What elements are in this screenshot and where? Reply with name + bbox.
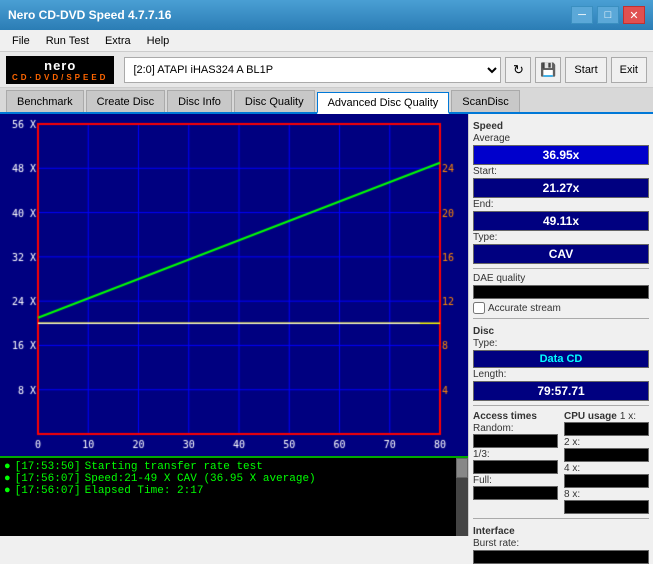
cpu-2x-value [564,448,649,462]
log-bullet-2: ● [4,473,11,485]
burst-rate-label: Burst rate: [473,538,649,549]
divider-4 [473,518,649,519]
burst-rate-value [473,550,649,564]
main-content: ● [17:53:50] Starting transfer rate test… [0,114,653,536]
disc-title: Disc [473,326,649,337]
drive-select[interactable]: [2:0] ATAPI iHAS324 A BL1P [124,57,501,83]
maximize-button[interactable]: □ [597,6,619,24]
cpu-4x-label: 4 x: [564,463,580,474]
speed-section: Speed Average 36.95x Start: 21.27x End: … [473,118,649,264]
menu-run-test[interactable]: Run Test [38,33,97,49]
log-line-2: ● [17:56:07] Speed:21-49 X CAV (36.95 X … [4,473,464,485]
log-line-1: ● [17:53:50] Starting transfer rate test [4,461,464,473]
cpu-2x-label: 2 x: [564,437,580,448]
title-bar: Nero CD-DVD Speed 4.7.7.16 ─ □ ✕ [0,0,653,30]
interface-title: Interface [473,526,649,537]
cpu-1x-value [564,422,649,436]
one-third-value [473,460,558,474]
log-time-3: [17:56:07] [15,485,81,497]
log-text-2: Speed:21-49 X CAV (36.95 X average) [85,473,316,485]
menu-help[interactable]: Help [139,33,178,49]
divider-1 [473,268,649,269]
start-button[interactable]: Start [565,57,606,83]
access-times-title: Access times [473,411,537,422]
cpu-1x-label: 1 x: [620,411,636,422]
tab-scan-disc[interactable]: ScanDisc [451,90,519,112]
menu-bar: File Run Test Extra Help [0,30,653,52]
close-button[interactable]: ✕ [623,6,645,24]
cpu-4x-value [564,474,649,488]
cpu-usage-title: CPU usage [564,411,617,422]
log-bullet-3: ● [4,485,11,497]
interface-section: Interface Burst rate: [473,523,649,564]
dae-value [473,285,649,299]
average-value: 36.95x [473,145,649,165]
refresh-icon[interactable]: ↻ [505,57,531,83]
disc-type-label: Type: [473,338,649,349]
cpu-8x-label: 8 x: [564,489,580,500]
log-scrollbar[interactable] [456,458,468,536]
window-controls: ─ □ ✕ [571,6,645,24]
tab-benchmark[interactable]: Benchmark [6,90,84,112]
menu-file[interactable]: File [4,33,38,49]
tab-advanced-disc-quality[interactable]: Advanced Disc Quality [317,92,450,114]
app-title: Nero CD-DVD Speed 4.7.7.16 [8,8,171,22]
full-value [473,486,558,500]
end-label: End: [473,199,649,210]
log-time-1: [17:53:50] [15,461,81,473]
nero-logo: nero CD·DVD/SPEED [6,56,114,84]
accurate-stream-row: Accurate stream [473,302,649,314]
type-value: CAV [473,244,649,264]
log-area: ● [17:53:50] Starting transfer rate test… [0,456,468,536]
disc-type-value: Data CD [473,350,649,368]
dae-section: DAE quality [473,273,649,299]
tab-create-disc[interactable]: Create Disc [86,90,165,112]
access-cpu-row: Access times Random: 1/3: Full: CPU usag… [473,410,649,514]
access-times-col: Access times Random: 1/3: Full: [473,410,558,514]
cpu-8x-value [564,500,649,514]
random-label: Random: [473,423,514,434]
log-text-1: Starting transfer rate test [85,461,263,473]
full-label: Full: [473,475,492,486]
log-bullet-1: ● [4,461,11,473]
exit-button[interactable]: Exit [611,57,647,83]
tab-disc-quality[interactable]: Disc Quality [234,90,315,112]
log-time-2: [17:56:07] [15,473,81,485]
log-line-3: ● [17:56:07] Elapsed Time: 2:17 [4,485,464,497]
average-label: Average [473,133,649,144]
speed-chart [0,114,468,456]
accurate-stream-checkbox[interactable] [473,302,485,314]
one-third-label: 1/3: [473,449,490,460]
right-panel: Speed Average 36.95x Start: 21.27x End: … [468,114,653,536]
tabs: Benchmark Create Disc Disc Info Disc Qua… [0,88,653,114]
minimize-button[interactable]: ─ [571,6,593,24]
toolbar: nero CD·DVD/SPEED [2:0] ATAPI iHAS324 A … [0,52,653,88]
random-value [473,434,558,448]
cpu-usage-col: CPU usage 1 x: 2 x: 4 x: 8 x: [564,410,649,514]
disc-length-label: Length: [473,369,649,380]
disc-length-value: 79:57.71 [473,381,649,401]
menu-extra[interactable]: Extra [97,33,139,49]
chart-area: ● [17:53:50] Starting transfer rate test… [0,114,468,536]
dae-label: DAE quality [473,273,649,284]
start-value: 21.27x [473,178,649,198]
end-value: 49.11x [473,211,649,231]
disc-section: Disc Type: Data CD Length: 79:57.71 [473,323,649,401]
speed-title: Speed [473,121,649,132]
divider-3 [473,405,649,406]
accurate-stream-label: Accurate stream [488,303,561,314]
chart-canvas [0,114,468,456]
divider-2 [473,318,649,319]
log-text-3: Elapsed Time: 2:17 [85,485,204,497]
start-label: Start: [473,166,649,177]
tab-disc-info[interactable]: Disc Info [167,90,232,112]
type-label: Type: [473,232,649,243]
save-icon[interactable]: 💾 [535,57,561,83]
